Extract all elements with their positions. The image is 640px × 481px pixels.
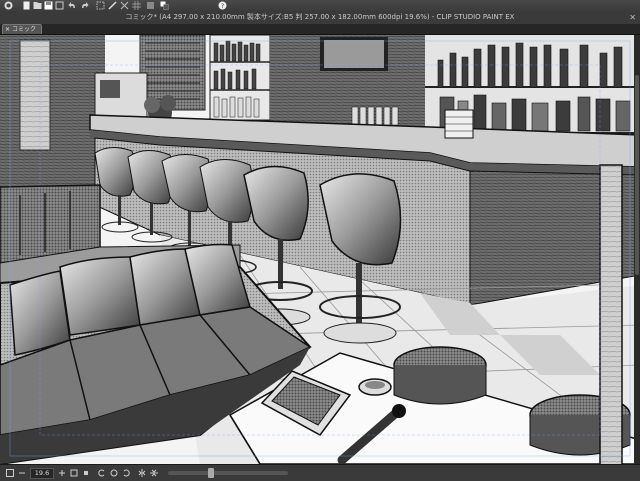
color-icon[interactable]	[160, 1, 169, 10]
flip-horizontal-icon[interactable]	[138, 469, 146, 477]
window-title-bar: コミック* (A4 297.00 x 210.00mm 製本サイズ:B5 判 2…	[0, 11, 640, 24]
tab-comic[interactable]: × コミック	[2, 24, 42, 34]
rotate-reset-icon[interactable]	[110, 469, 118, 477]
clip-studio-icon[interactable]	[4, 1, 13, 10]
document-tab-bar: × コミック	[0, 24, 640, 35]
status-bar: 19.6	[0, 464, 640, 481]
snap-special-icon[interactable]	[146, 1, 155, 10]
close-icon[interactable]: ✕	[629, 11, 636, 24]
redo-icon[interactable]	[80, 1, 89, 10]
svg-text:?: ?	[221, 3, 224, 10]
zoom-field[interactable]: 19.6	[30, 468, 54, 479]
tab-label: コミック	[12, 26, 37, 33]
grid-icon[interactable]	[132, 1, 141, 10]
flip-vertical-icon[interactable]	[150, 469, 158, 477]
tab-close-icon[interactable]: ×	[5, 25, 10, 35]
slider-knob[interactable]	[208, 468, 214, 478]
save-icon[interactable]	[44, 1, 53, 10]
navigator-icon[interactable]	[6, 469, 14, 477]
vertical-scrollbar[interactable]	[634, 35, 640, 464]
rotate-right-icon[interactable]	[122, 469, 130, 477]
snap-icon[interactable]	[120, 1, 129, 10]
clear-icon[interactable]	[55, 1, 64, 10]
rotate-left-icon[interactable]	[98, 469, 106, 477]
help-icon[interactable]: ?	[218, 1, 227, 10]
new-icon[interactable]	[22, 1, 31, 10]
canvas-viewport[interactable]	[0, 35, 640, 464]
actual-size-icon[interactable]	[82, 469, 90, 477]
window-title: コミック* (A4 297.00 x 210.00mm 製本サイズ:B5 判 2…	[125, 13, 515, 21]
zoom-out-icon[interactable]	[18, 469, 26, 477]
manga-bar-illustration	[0, 35, 640, 464]
fit-page-icon[interactable]	[70, 469, 78, 477]
scrollbar-thumb[interactable]	[635, 75, 639, 275]
ruler-icon[interactable]	[108, 1, 117, 10]
undo-icon[interactable]	[68, 1, 77, 10]
transform-icon[interactable]	[96, 1, 105, 10]
zoom-in-icon[interactable]	[58, 469, 66, 477]
navigator-slider[interactable]	[168, 468, 288, 478]
open-icon[interactable]	[33, 1, 42, 10]
